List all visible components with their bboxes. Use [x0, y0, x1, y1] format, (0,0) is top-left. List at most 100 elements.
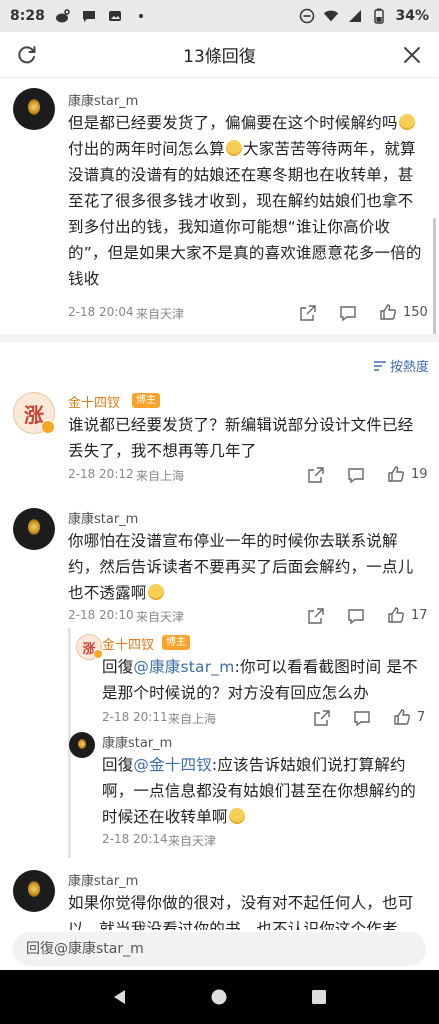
share-button[interactable]	[313, 709, 331, 727]
share-icon	[314, 710, 330, 726]
reply-bar: 回復@康康star_m	[0, 930, 439, 970]
comment-text: 回復@康康star_m:你可以看看截图时间 是不是那个时候说的？对方没有回应怎么…	[102, 658, 418, 702]
like-icon	[380, 304, 396, 320]
status-bar: 8:28 34%	[0, 0, 439, 32]
verified-badge-icon	[41, 420, 55, 434]
like-icon	[394, 709, 410, 725]
comment-text: 谁说都已经要发货了？新编辑说部分设计文件已经丢失了，我不想再等几年了	[68, 416, 414, 460]
comment-icon	[348, 468, 364, 484]
like-button[interactable]	[387, 606, 405, 624]
like-count: 19	[411, 467, 428, 482]
emoji-icon	[147, 584, 164, 600]
comment-location: 来自天津	[136, 307, 185, 321]
comment-button[interactable]	[353, 709, 371, 727]
dnd-icon	[299, 8, 315, 24]
avatar[interactable]	[69, 732, 95, 758]
like-icon	[388, 466, 404, 482]
page-title: 13條回復	[183, 47, 256, 67]
comment-location: 来自天津	[168, 834, 217, 848]
user-name[interactable]: 金十四钗	[68, 392, 120, 411]
back-button[interactable]	[108, 985, 132, 1009]
share-icon	[308, 467, 324, 483]
avatar[interactable]	[13, 508, 55, 550]
comment-date: 2-18 20:10	[68, 608, 134, 622]
root-comment: 康康star_m 但是都已经要发货了，偏偏要在这个时候解约吗付出的两年时间怎么算…	[0, 78, 439, 334]
share-button[interactable]	[307, 607, 325, 625]
refresh-button[interactable]	[14, 42, 40, 68]
mention-link[interactable]: @金十四钗	[133, 756, 212, 774]
emoji-icon	[226, 140, 243, 156]
comment-date: 2-18 20:04	[68, 305, 134, 319]
comment-button[interactable]	[347, 607, 365, 625]
comment-text: 但是都已经要发货了，偏偏要在这个时候解约吗付出的两年时间怎么算 大家苦苦等待两年，…	[68, 114, 422, 288]
like-button[interactable]	[379, 303, 397, 321]
back-icon	[113, 990, 125, 1004]
reply-input[interactable]: 回復@康康star_m	[13, 932, 426, 966]
avatar[interactable]	[13, 870, 55, 912]
comment-button[interactable]	[347, 466, 365, 484]
comment-location: 来自上海	[168, 712, 217, 726]
mention-link[interactable]: @康康star_m	[133, 658, 234, 676]
weibo-notification-icon	[55, 8, 71, 24]
comment-date: 2-18 20:14	[102, 832, 168, 846]
recents-icon	[312, 990, 327, 1004]
share-button[interactable]	[307, 466, 325, 484]
battery-percent: 34%	[395, 8, 429, 24]
reply-comment: 康康star_m 你哪怕在没谱宣布停业一年的时候你去联系说解约，然后告诉读者不要…	[0, 502, 439, 632]
wifi-icon	[323, 8, 339, 24]
sort-icon	[373, 360, 386, 371]
share-icon	[308, 608, 324, 624]
divider	[0, 334, 439, 342]
refresh-icon	[18, 46, 36, 64]
comment-location: 来自上海	[136, 469, 185, 483]
nested-reply: 涨 金十四钗 博主 回復@康康star_m:你可以看看截图时间 是不是那个时候说…	[0, 632, 439, 732]
close-button[interactable]	[399, 42, 425, 68]
battery-icon	[371, 8, 387, 24]
like-count: 17	[411, 608, 428, 623]
comment-icon	[354, 711, 370, 727]
home-icon	[211, 989, 227, 1005]
comment-location: 来自天津	[136, 610, 185, 624]
photo-notification-icon	[107, 8, 123, 24]
like-button[interactable]	[387, 465, 405, 483]
reply-comment: 康康star_m 如果你觉得你做的很对，没有对不起任何人，也可以，就当我没看过你…	[0, 862, 439, 930]
system-nav-bar	[0, 970, 439, 1024]
share-icon	[300, 305, 316, 321]
user-name[interactable]: 康康star_m	[68, 870, 138, 889]
close-icon	[404, 47, 420, 63]
blogger-badge: 博主	[162, 635, 190, 650]
user-name[interactable]: 康康star_m	[68, 90, 138, 109]
sort-by-hotness-button[interactable]: 按熱度	[373, 356, 429, 375]
dialog-header: 13條回復	[0, 32, 439, 78]
share-button[interactable]	[299, 304, 317, 322]
user-name[interactable]: 金十四钗	[102, 634, 154, 653]
user-name[interactable]: 康康star_m	[68, 508, 138, 527]
emoji-icon	[228, 808, 245, 824]
signal-icon	[347, 8, 363, 24]
blogger-badge: 博主	[132, 393, 160, 408]
chat-notification-icon	[81, 8, 97, 24]
scrollbar[interactable]	[433, 218, 436, 338]
recents-button[interactable]	[307, 985, 331, 1009]
emoji-icon	[398, 114, 415, 130]
like-button[interactable]	[393, 708, 411, 726]
comment-icon	[348, 609, 364, 625]
comment-icon	[340, 306, 356, 322]
user-name[interactable]: 康康star_m	[102, 732, 172, 751]
like-count: 150	[403, 305, 428, 320]
comment-text: 如果你觉得你做的很对，没有对不起任何人，也可以，就当我没看过你的书，也不认识你这…	[68, 894, 414, 930]
comment-list[interactable]: 康康star_m 但是都已经要发货了，偏偏要在这个时候解约吗付出的两年时间怎么算…	[0, 78, 439, 930]
reply-comment: 涨 金十四钗 博主 谁说都已经要发货了？新编辑说部分设计文件已经丢失了，我不想再…	[0, 384, 439, 494]
nested-reply: 康康star_m 回復@金十四钗:应该告诉姑娘们说打算解约啊，一点信息都没有姑娘…	[0, 732, 439, 858]
avatar[interactable]	[13, 88, 55, 130]
sort-label: 按熱度	[389, 360, 429, 375]
comment-date: 2-18 20:12	[68, 467, 134, 481]
comment-text: 回復@金十四钗:应该告诉姑娘们说打算解约啊，一点信息都没有姑娘们甚至在你想解约的…	[102, 756, 417, 826]
like-icon	[388, 607, 404, 623]
comment-text: 你哪怕在没谱宣布停业一年的时候你去联系说解约，然后告诉读者不要再买了后面会解约，…	[68, 532, 414, 602]
comment-date: 2-18 20:11	[102, 710, 168, 724]
comment-button[interactable]	[339, 304, 357, 322]
status-time: 8:28	[10, 8, 45, 24]
home-button[interactable]	[207, 985, 231, 1009]
like-count: 7	[417, 710, 426, 725]
